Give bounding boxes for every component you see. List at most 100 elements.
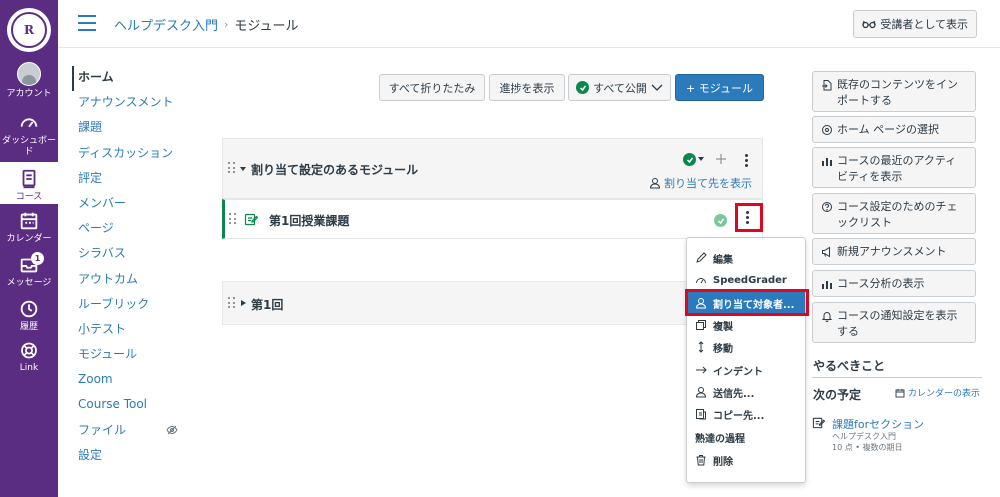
menu-duplicate[interactable]: 複製 (687, 314, 805, 336)
student-view-button[interactable]: 受講者として表示 (853, 10, 977, 38)
publish-all-label: すべて公開 (593, 81, 647, 95)
course-analytics-label: コース分析の表示 (837, 277, 925, 290)
calendar-icon (895, 388, 905, 397)
course-nav-syllabus[interactable]: シラバス (72, 242, 192, 267)
chevron-down-icon (651, 84, 663, 91)
menu-send-to[interactable]: 送信先... (687, 381, 805, 403)
course-nav-pages[interactable]: ページ (72, 217, 192, 242)
drag-handle-icon[interactable] (228, 297, 236, 309)
menu-move-label: 移動 (713, 343, 733, 355)
avatar (17, 62, 41, 86)
course-nav-assignments[interactable]: 課題 (72, 116, 192, 141)
view-assign-to-link[interactable]: 割り当て先を表示 (649, 175, 752, 191)
menu-indent[interactable]: インデント (687, 359, 805, 381)
global-nav-inbox-label: メッセージ (6, 278, 52, 288)
view-progress-button[interactable]: 進捗を表示 (489, 74, 565, 101)
courses-icon (22, 169, 36, 189)
new-announcement-label: 新規アナウンスメント (837, 245, 947, 258)
choose-home-page-button[interactable]: ホーム ページの選択 (812, 116, 976, 143)
course-nav-grades[interactable]: 評定 (72, 167, 192, 192)
course-nav-home[interactable]: ホーム (72, 66, 192, 92)
course-nav: ホーム アナウンスメント 課題 ディスカッション 評定 メンバー ページ シラバ… (72, 66, 192, 469)
course-nav-course-tool[interactable]: Course Tool (72, 393, 192, 418)
question-icon (822, 202, 832, 212)
course-analytics-button[interactable]: コース分析の表示 (812, 270, 976, 297)
item-published-icon[interactable] (714, 214, 727, 227)
menu-move[interactable]: 移動 (687, 336, 805, 358)
course-nav-people[interactable]: メンバー (72, 192, 192, 217)
menu-delete[interactable]: 削除 (687, 449, 805, 471)
menu-mastery-paths[interactable]: 熟達の過程 (687, 426, 805, 448)
global-nav-dashboard[interactable]: ダッシュボード (0, 112, 58, 158)
course-notifications-button[interactable]: コースの通知設定を表示する (812, 302, 976, 343)
menu-duplicate-label: 複製 (713, 321, 733, 333)
hidden-eye-icon (166, 425, 178, 434)
view-calendar-link[interactable]: カレンダーの表示 (895, 386, 980, 399)
publish-caret-icon[interactable] (698, 157, 704, 162)
global-nav-help-label: Link (19, 363, 39, 373)
assignment-icon (244, 213, 258, 226)
course-nav-modules[interactable]: モジュール (72, 343, 192, 368)
course-nav-outcomes[interactable]: アウトカム (72, 268, 192, 293)
course-nav-discussions[interactable]: ディスカッション (72, 142, 192, 167)
module-item-title[interactable]: 第1回授業課題 (269, 212, 349, 229)
upcoming-heading: 次の予定 (813, 388, 862, 402)
menu-copy-to-label: コピー先... (713, 410, 765, 422)
recent-activity-button[interactable]: コースの最近のアクティビティを表示 (812, 147, 976, 188)
global-nav-help[interactable]: Link (0, 340, 58, 374)
assignment-icon (812, 417, 825, 429)
menu-indent-label: インデント (713, 366, 763, 378)
logo-text: R (11, 12, 47, 48)
global-nav-account[interactable]: アカウント (0, 62, 58, 104)
bar-chart-icon (822, 158, 832, 166)
setup-checklist-label: コース設定のためのチェックリスト (837, 200, 958, 229)
new-announcement-button[interactable]: 新規アナウンスメント (812, 238, 976, 265)
todo-heading: やるべきこと (813, 359, 886, 373)
caret-right-icon[interactable] (241, 300, 246, 306)
add-item-icon[interactable] (715, 153, 727, 165)
global-nav-account-label: アカウント (6, 89, 52, 99)
setup-checklist-button[interactable]: コース設定のためのチェックリスト (812, 193, 976, 234)
history-icon (20, 300, 38, 318)
module-menu-icon[interactable] (745, 154, 748, 169)
course-nav-zoom[interactable]: Zoom (72, 368, 192, 393)
global-nav-courses[interactable]: コース (0, 162, 58, 204)
divider (812, 377, 982, 378)
calendar-icon (20, 212, 38, 230)
import-content-button[interactable]: 既存のコンテンツをインポートする (812, 71, 976, 112)
module-title: 第1回 (251, 298, 284, 312)
course-nav-files[interactable]: ファイル (72, 419, 192, 444)
highlight-box-kebab (735, 203, 763, 232)
course-nav-announcements[interactable]: アナウンスメント (72, 91, 192, 116)
pencil-icon (696, 252, 707, 263)
add-module-button[interactable]: + モジュール (675, 74, 764, 101)
course-nav-rubrics[interactable]: ルーブリック (72, 293, 192, 318)
module-card (222, 281, 763, 325)
global-nav-calendar[interactable]: カレンダー (0, 210, 58, 250)
menu-toggle-icon[interactable] (78, 15, 96, 31)
breadcrumb-course[interactable]: ヘルプデスク入門 (114, 15, 218, 34)
menu-copy-to[interactable]: コピー先... (687, 403, 805, 425)
module-published-icon[interactable] (683, 153, 696, 166)
drag-handle-icon[interactable] (228, 162, 236, 174)
inbox-badge: 1 (31, 252, 44, 265)
publish-all-button[interactable]: すべて公開 (568, 74, 671, 101)
upcoming-item-title[interactable]: 課題forセクション (832, 416, 924, 432)
help-icon (21, 342, 37, 359)
target-icon (822, 125, 832, 135)
course-nav-settings[interactable]: 設定 (72, 444, 192, 469)
menu-delete-label: 削除 (713, 456, 733, 468)
university-logo[interactable]: R (7, 8, 51, 52)
speedgrader-icon (696, 278, 706, 284)
course-nav-quizzes[interactable]: 小テスト (72, 318, 192, 343)
menu-speedgrader[interactable]: SpeedGrader (687, 269, 805, 291)
global-nav-history[interactable]: 履歴 (0, 298, 58, 334)
course-notifications-label: コースの通知設定を表示する (837, 309, 958, 338)
global-nav-inbox[interactable]: 1 メッセージ (0, 252, 58, 294)
caret-down-icon[interactable] (240, 166, 246, 172)
collapse-all-button[interactable]: すべて折りたたみ (379, 74, 485, 101)
view-assign-to-label: 割り当て先を表示 (664, 177, 752, 190)
item-drag-handle-icon[interactable] (229, 213, 237, 225)
course-nav-files-label: ファイル (78, 422, 127, 437)
menu-edit[interactable]: 編集 (687, 247, 805, 269)
